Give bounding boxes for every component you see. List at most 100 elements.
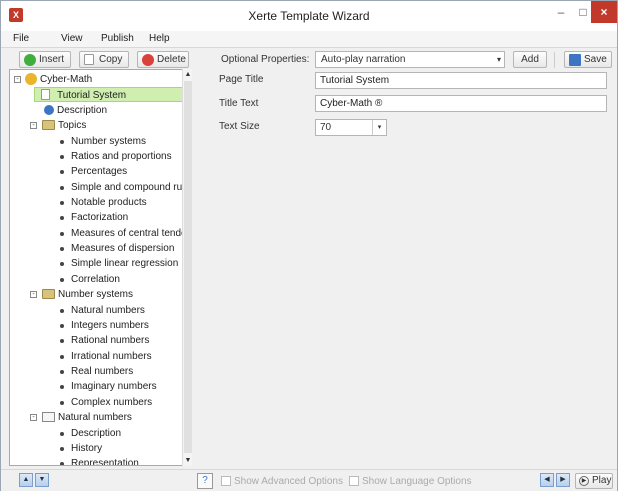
collapse-icon[interactable]: - [30,414,37,421]
next-page-button[interactable]: ▶ [556,473,570,487]
collapse-icon[interactable]: - [30,291,37,298]
list-page-icon [42,412,55,422]
tree-label: Percentages [71,166,128,177]
toolbar: Insert Copy Delete Optional Properties: … [1,47,617,69]
tree-label: Complex numbers [71,397,153,408]
scrollbar-thumb[interactable] [184,81,192,453]
menu-bar: File View Publish Help [1,31,617,47]
add-button[interactable]: Add [513,51,547,68]
tree-label: Description [71,428,122,439]
show-language-label: Show Language Options [362,476,472,487]
tree-label: Integers numbers [71,320,149,331]
title-text-field[interactable]: Cyber-Math ® [315,95,607,112]
delete-label: Delete [157,54,186,65]
project-icon [25,73,37,85]
tree-label: Imaginary numbers [71,381,157,392]
tree-label: Natural numbers [58,412,132,423]
play-button[interactable]: ▶ Play [575,473,613,489]
page-tree[interactable]: - Cyber-Math Tutorial System Description… [9,69,192,466]
show-advanced-label: Show Advanced Options [234,476,343,487]
collapse-icon[interactable]: - [30,122,37,129]
bullet-icon [60,201,64,205]
menu-view[interactable]: View [61,33,83,44]
tree-label: Irrational numbers [71,351,152,362]
tree-label: Natural numbers [71,305,145,316]
move-up-button[interactable]: ▲ [19,473,33,487]
tree-label: Rational numbers [71,335,150,346]
title-text-label: Title Text [219,98,259,109]
tree-label: Measures of dispersion [71,243,175,254]
bullet-icon [60,232,64,236]
text-size-label: Text Size [219,121,260,132]
tree-label: Ratios and proportions [71,151,172,162]
show-language-checkbox[interactable] [349,476,359,486]
folder-icon [42,289,55,299]
info-icon [44,105,54,115]
tree-label: Description [57,105,108,116]
window-title: Xerte Template Wizard [248,9,370,23]
bullet-icon [60,447,64,451]
copy-label: Copy [99,54,123,65]
menu-help[interactable]: Help [149,33,170,44]
insert-label: Insert [39,54,65,65]
collapse-icon[interactable]: - [14,76,21,83]
delete-button[interactable]: Delete [137,51,189,68]
title-bar: X Xerte Template Wizard – □ × [1,1,617,31]
tree-label: Notable products [71,197,147,208]
save-label: Save [584,54,607,65]
minimize-button[interactable]: – [549,1,573,23]
bullet-icon [60,216,64,220]
bottom-bar: ▲ ▼ ? Show Advanced Options Show Languag… [1,469,617,491]
close-button[interactable]: × [591,1,617,23]
tree-label: Tutorial System [57,90,127,101]
play-icon: ▶ [579,476,589,486]
bullet-icon [60,432,64,436]
tree-label: Cyber-Math [40,74,93,85]
page-icon [41,89,50,100]
previous-page-button[interactable]: ◀ [540,473,554,487]
bullet-icon [60,385,64,389]
save-icon [569,54,581,66]
bullet-icon [60,186,64,190]
bullet-icon [60,462,64,465]
bullet-icon [60,247,64,251]
app-window: X Xerte Template Wizard – □ × File View … [0,0,618,491]
tree-label: Correlation [71,274,120,285]
page-title-label: Page Title [219,74,264,85]
tree-label: Number systems [71,136,147,147]
insert-button[interactable]: Insert [19,51,71,68]
optional-properties-select[interactable]: Auto-play narration ▾ [315,51,505,68]
scroll-up-icon[interactable]: ▲ [183,69,193,80]
tree-scrollbar[interactable]: ▲ ▼ [182,69,192,466]
tree-label: Simple and compound rul [71,182,185,193]
tree-label: Measures of central tende [71,228,187,239]
menu-publish[interactable]: Publish [101,33,134,44]
copy-icon [84,54,94,65]
bullet-icon [60,339,64,343]
copy-button[interactable]: Copy [79,51,129,68]
tree-label: Simple linear regression [71,258,179,269]
menu-file[interactable]: File [13,33,29,44]
show-advanced-checkbox[interactable] [221,476,231,486]
bullet-icon [60,324,64,328]
save-button[interactable]: Save [564,51,612,68]
bullet-icon [60,140,64,144]
tree-label: Representation [71,458,139,466]
help-icon[interactable]: ? [197,473,213,489]
tree-label: History [71,443,103,454]
chevron-down-icon: ▾ [372,120,386,135]
page-title-field[interactable]: Tutorial System [315,72,607,89]
move-down-button[interactable]: ▼ [35,473,49,487]
maximize-button[interactable]: □ [573,1,593,23]
delete-icon [142,54,154,66]
bullet-icon [60,170,64,174]
properties-panel: Page Title Tutorial System Title Text Cy… [193,69,617,466]
tree-item-selected[interactable]: Tutorial System [34,87,184,102]
insert-icon [24,54,36,66]
bullet-icon [60,370,64,374]
text-size-select[interactable]: 70 ▾ [315,119,387,136]
optional-properties-label: Optional Properties: [221,54,310,65]
scroll-down-icon[interactable]: ▼ [183,455,193,466]
optional-properties-value: Auto-play narration [321,54,406,65]
tree-label: Topics [58,120,87,131]
